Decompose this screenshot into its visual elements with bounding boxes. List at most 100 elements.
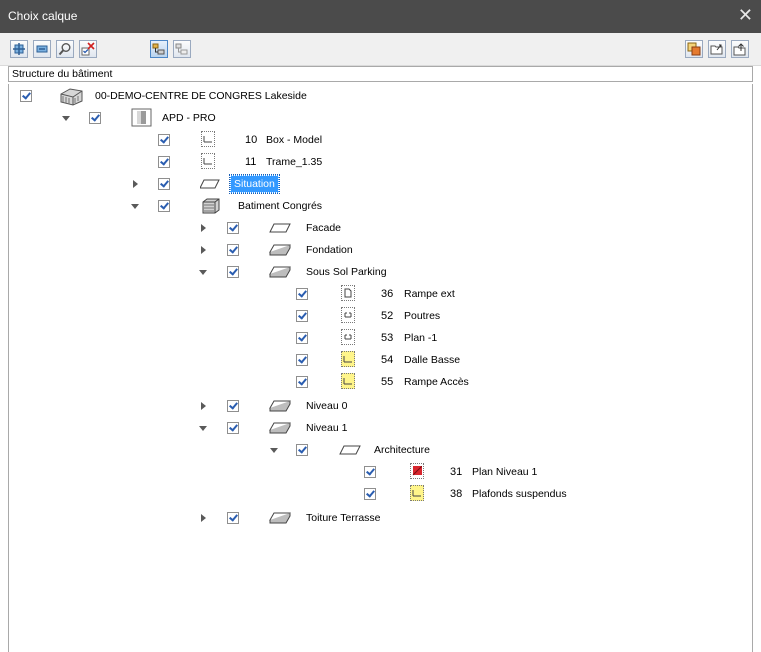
layer-drawing-icon — [201, 131, 215, 147]
collapse-caret[interactable] — [131, 203, 139, 211]
collapse-caret[interactable] — [270, 447, 278, 455]
tree-row-batiment[interactable]: Batiment Congrés — [9, 195, 749, 217]
toggle-checks-button[interactable] — [79, 40, 97, 58]
rampe-ext-checkbox[interactable] — [296, 288, 308, 300]
plan-niveau1-checkbox[interactable] — [364, 466, 376, 478]
box-model-checkbox[interactable] — [158, 134, 170, 146]
collapse-all-button[interactable] — [33, 40, 51, 58]
layer-number: 10 — [245, 134, 258, 146]
tree-row-architecture[interactable]: Architecture — [9, 439, 749, 461]
open-icon — [710, 44, 723, 55]
dalle-basse-checkbox[interactable] — [296, 354, 308, 366]
export-icon — [733, 43, 746, 56]
tree-row-plan-m1[interactable]: 53 Plan -1 — [9, 327, 749, 349]
tree-row-trame[interactable]: 11 Trame_1.35 — [9, 151, 749, 173]
layer-view-button[interactable] — [173, 40, 191, 58]
layer-page-icon — [341, 285, 355, 301]
sous-sol-checkbox[interactable] — [227, 266, 239, 278]
tree-row-situation[interactable]: Situation — [9, 173, 749, 195]
tree-label-apd: APD - PRO — [162, 112, 216, 124]
apd-checkbox[interactable] — [89, 112, 101, 124]
expand-caret[interactable] — [199, 246, 207, 255]
facade-checkbox[interactable] — [227, 222, 239, 234]
niveau0-checkbox[interactable] — [227, 400, 239, 412]
building-icon — [202, 198, 220, 214]
toiture-checkbox[interactable] — [227, 512, 239, 524]
structure-view-button[interactable] — [150, 40, 168, 58]
plan-m1-checkbox[interactable] — [296, 332, 308, 344]
collapse-caret[interactable] — [199, 269, 207, 277]
layer-number: 11 — [245, 156, 257, 168]
tree-row-poutres[interactable]: 52 Poutres — [9, 305, 749, 327]
column-header-label: Structure du bâtiment — [12, 68, 113, 80]
tree-row-sous-sol[interactable]: Sous Sol Parking — [9, 261, 749, 283]
project-building-icon — [60, 88, 83, 106]
layer-number: 54 — [381, 354, 394, 366]
layer-drawing-icon — [201, 153, 215, 169]
batiment-checkbox[interactable] — [158, 200, 170, 212]
tree-row-box-model[interactable]: 10 Box - Model — [9, 129, 749, 151]
window-title: Choix calque — [8, 9, 78, 23]
layer-number: 31 — [450, 466, 463, 478]
tree-row-dalle-basse[interactable]: 54 Dalle Basse — [9, 349, 749, 371]
search-icon — [58, 43, 71, 56]
expand-caret[interactable] — [199, 514, 207, 523]
expand-caret[interactable] — [131, 180, 139, 189]
tree-label-batiment: Batiment Congrés — [238, 200, 323, 212]
tree-label-facade: Facade — [306, 222, 342, 234]
layer-number: 55 — [381, 376, 394, 388]
tree-label-rampe-ext: Rampe ext — [404, 288, 455, 300]
niveau1-checkbox[interactable] — [227, 422, 239, 434]
poutres-checkbox[interactable] — [296, 310, 308, 322]
collapse-all-icon — [36, 45, 48, 53]
tree-label-fondation: Fondation — [306, 244, 353, 256]
tree-row-fondation[interactable]: Fondation — [9, 239, 749, 261]
tree-label-toiture: Toiture Terrasse — [306, 512, 381, 524]
export-button[interactable] — [731, 40, 749, 58]
tree-label-root: 00-DEMO-CENTRE DE CONGRES Lakeside — [95, 90, 307, 102]
tree-row-niveau1[interactable]: Niveau 1 — [9, 417, 749, 439]
storey-icon — [269, 223, 291, 233]
situation-checkbox[interactable] — [158, 178, 170, 190]
collapse-caret[interactable] — [62, 115, 70, 123]
tree-label-plan-niveau1: Plan Niveau 1 — [472, 466, 538, 478]
tree-row-toiture[interactable]: Toiture Terrasse — [9, 507, 749, 529]
search-button[interactable] — [56, 40, 74, 58]
layer-view-icon — [175, 43, 188, 55]
close-icon[interactable]: ✕ — [738, 5, 753, 26]
expand-caret[interactable] — [199, 224, 207, 233]
tree-label-plafonds: Plafonds suspendus — [472, 488, 567, 500]
tree-row-plafonds[interactable]: 38 Plafonds suspendus — [9, 483, 749, 505]
tree-row-facade[interactable]: Facade — [9, 217, 749, 239]
phase-icon — [131, 108, 152, 127]
tree-row-niveau0[interactable]: Niveau 0 — [9, 395, 749, 417]
layer-red-icon — [410, 463, 424, 479]
toggle-checks-icon — [81, 42, 95, 56]
fondation-checkbox[interactable] — [227, 244, 239, 256]
tree-label-rampe-acces: Rampe Accès — [404, 376, 469, 388]
trame-checkbox[interactable] — [158, 156, 170, 168]
tree-row-apd[interactable]: APD - PRO — [9, 107, 749, 129]
storey-icon — [339, 445, 361, 455]
collapse-caret[interactable] — [199, 425, 207, 433]
tree-row-root[interactable]: 00-DEMO-CENTRE DE CONGRES Lakeside — [9, 85, 749, 107]
expand-caret[interactable] — [199, 402, 207, 411]
tree-label-sous-sol: Sous Sol Parking — [306, 266, 387, 278]
plafonds-checkbox[interactable] — [364, 488, 376, 500]
copy-button[interactable] — [685, 40, 703, 58]
expand-all-icon — [13, 43, 25, 55]
layer-drawing-icon — [410, 485, 424, 501]
storey-icon — [200, 179, 220, 189]
expand-all-button[interactable] — [10, 40, 28, 58]
rampe-acces-checkbox[interactable] — [296, 376, 308, 388]
tree-label-niveau1: Niveau 1 — [306, 422, 348, 434]
root-checkbox[interactable] — [20, 90, 32, 102]
title-bar: Choix calque ✕ — [0, 0, 761, 33]
tree-row-rampe-acces[interactable]: 55 Rampe Accès — [9, 371, 749, 393]
tree-row-rampe-ext[interactable]: 36 Rampe ext — [9, 283, 749, 305]
toolbar — [0, 33, 761, 66]
layer-drawing-icon — [341, 351, 355, 367]
open-button[interactable] — [708, 40, 726, 58]
tree-row-plan-niveau1[interactable]: 31 Plan Niveau 1 — [9, 461, 749, 483]
architecture-checkbox[interactable] — [296, 444, 308, 456]
